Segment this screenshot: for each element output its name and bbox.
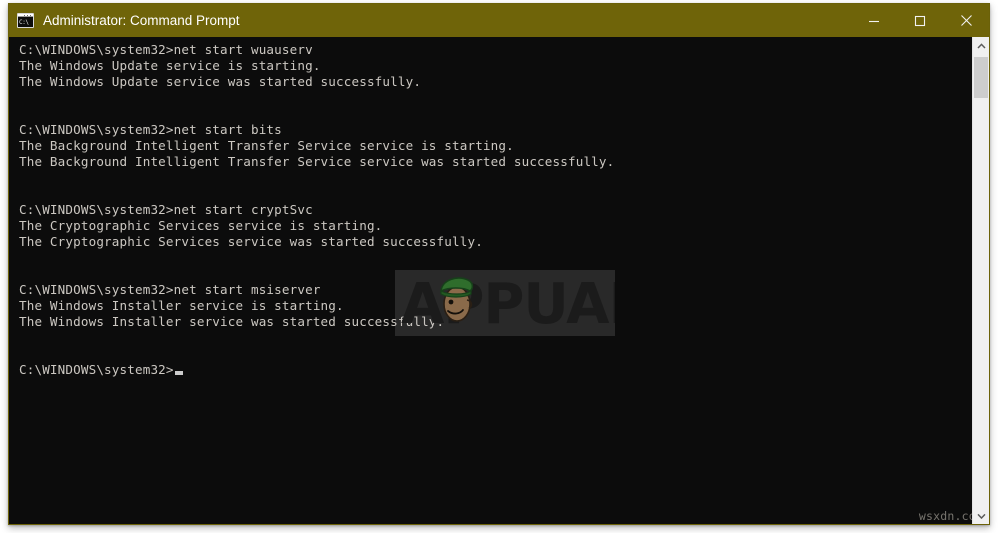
titlebar-left: C:\ Administrator: Command Prompt (9, 4, 851, 37)
cmd-icon-screen-text: C:\ (18, 17, 33, 27)
close-icon (960, 15, 972, 26)
scroll-thumb[interactable] (974, 57, 988, 98)
console-line: The Background Intelligent Transfer Serv… (19, 138, 514, 153)
window-titlebar[interactable]: C:\ Administrator: Command Prompt (9, 4, 989, 37)
console-line: The Windows Update service was started s… (19, 74, 422, 89)
console-cursor (174, 371, 183, 375)
console-line: C:\WINDOWS\system32>net start bits (19, 122, 282, 137)
appuals-watermark: APPUALS (395, 270, 615, 336)
chevron-down-icon (976, 513, 986, 519)
scroll-up-button[interactable] (973, 37, 989, 54)
chevron-up-icon (976, 42, 986, 49)
console-line: The Windows Update service is starting. (19, 58, 321, 73)
scroll-down-button[interactable] (973, 507, 989, 524)
console-line: C:\WINDOWS\system32>net start wuauserv (19, 42, 313, 57)
console-line: C:\WINDOWS\system32>net start cryptSvc (19, 202, 313, 217)
close-button[interactable] (943, 4, 989, 37)
command-prompt-window: C:\ Administrator: Command Prompt C:\WIN… (8, 3, 990, 525)
screenshot-root: C:\ Administrator: Command Prompt C:\WIN… (0, 0, 1000, 533)
appuals-mascot-icon (440, 277, 474, 322)
window-title: Administrator: Command Prompt (43, 13, 240, 28)
cmd-icon: C:\ (17, 13, 34, 28)
minimize-icon (869, 20, 879, 22)
maximize-button[interactable] (897, 4, 943, 37)
console-line: The Cryptographic Services service is st… (19, 218, 383, 233)
window-controls (851, 4, 989, 37)
console-line: The Background Intelligent Transfer Serv… (19, 154, 615, 169)
console-prompt-text: C:\WINDOWS\system32> (19, 362, 174, 377)
console-output-area[interactable]: C:\WINDOWS\system32>net start wuauserv Th… (9, 37, 989, 524)
console-prompt-line: C:\WINDOWS\system32> (19, 362, 963, 378)
minimize-button[interactable] (851, 4, 897, 37)
console-line: The Cryptographic Services service was s… (19, 234, 483, 249)
console-scrollbar[interactable] (972, 37, 989, 524)
maximize-icon (914, 15, 926, 26)
